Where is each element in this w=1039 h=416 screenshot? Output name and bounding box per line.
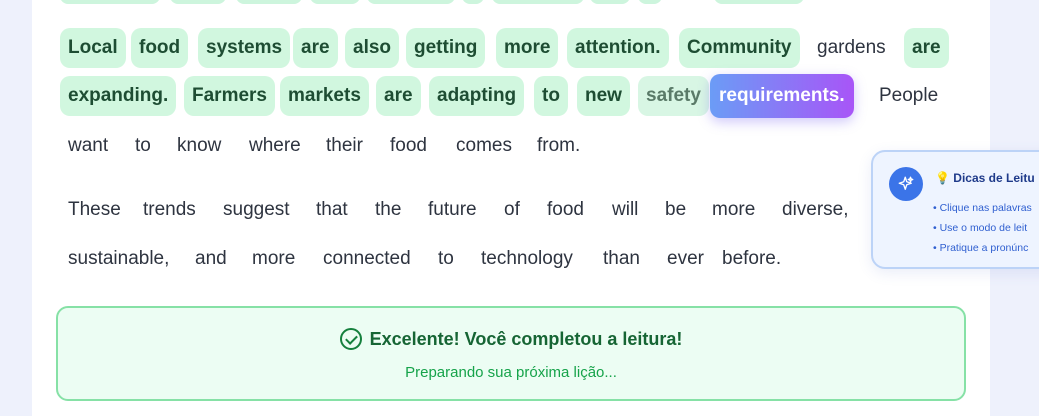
word[interactable]: These (60, 190, 129, 230)
tips-title: 💡 Dicas de Leitu (935, 171, 1035, 185)
word[interactable]: and (187, 239, 235, 279)
word[interactable]: gardens (809, 28, 894, 68)
word[interactable]: will (604, 190, 646, 230)
word[interactable]: comes (448, 126, 520, 166)
word[interactable]: before. (714, 239, 789, 279)
word[interactable]: more (496, 28, 559, 68)
word[interactable]: more (244, 239, 303, 279)
word-chip-cropped (367, 0, 455, 4)
word[interactable]: are (293, 28, 338, 68)
completion-title: Excelente! Você completou a leitura! (369, 328, 683, 349)
completion-header: Excelente! Você completou a leitura! (58, 328, 964, 350)
word[interactable]: food (131, 28, 189, 68)
word[interactable]: the (367, 190, 409, 230)
word[interactable]: to (127, 126, 159, 166)
word[interactable]: trends (135, 190, 204, 230)
word[interactable]: are (376, 76, 421, 116)
tips-list: • Clique nas palavras • Use o modo de le… (933, 198, 1032, 258)
tip-item: • Clique nas palavras (933, 202, 1032, 214)
word[interactable]: are (904, 28, 949, 68)
check-circle-icon (339, 328, 362, 350)
word[interactable]: adapting (429, 76, 525, 116)
completion-subtitle: Preparando sua próxima lição... (405, 364, 617, 381)
word[interactable]: of (496, 190, 528, 230)
word[interactable]: getting (406, 28, 486, 68)
word[interactable]: People (871, 76, 946, 116)
tip-item: • Use o modo de leit (933, 222, 1028, 234)
tips-title-text: Dicas de Leitu (953, 171, 1035, 185)
word[interactable]: safety (638, 76, 709, 116)
previous-line-highlights (60, 0, 820, 4)
word[interactable]: new (577, 76, 630, 116)
word-chip-cropped (236, 0, 302, 4)
word[interactable]: also (345, 28, 400, 68)
word[interactable]: ever (659, 239, 712, 279)
word[interactable]: diverse, (774, 190, 857, 230)
reading-tips-panel[interactable]: 💡 Dicas de Leitu • Clique nas palavras •… (871, 150, 1039, 269)
word[interactable]: Farmers (184, 76, 275, 116)
word[interactable]: be (657, 190, 694, 230)
word[interactable]: from. (529, 126, 588, 166)
current-word[interactable]: requirements. (710, 74, 854, 118)
word-chip-cropped (462, 0, 484, 4)
word[interactable]: food (382, 126, 435, 166)
lightbulb-icon: 💡 (935, 171, 950, 185)
word[interactable]: sustainable, (60, 239, 177, 279)
word[interactable]: connected (315, 239, 419, 279)
completion-banner: Excelente! Você completou a leitura! Pre… (56, 306, 966, 401)
word[interactable]: to (534, 76, 568, 116)
word[interactable]: that (308, 190, 356, 230)
word-chip-cropped (170, 0, 226, 4)
word-chip-cropped (492, 0, 584, 4)
word[interactable]: know (169, 126, 229, 166)
word[interactable]: where (241, 126, 309, 166)
word[interactable]: Community (679, 28, 800, 68)
word[interactable]: want (60, 126, 116, 166)
word[interactable]: Local (60, 28, 126, 68)
word[interactable]: attention. (567, 28, 669, 68)
word[interactable]: more (704, 190, 763, 230)
tip-item: • Pratique a pronúnc (933, 242, 1029, 254)
word-chip-cropped (310, 0, 360, 4)
word-chip-cropped (714, 0, 804, 4)
word[interactable]: to (430, 239, 462, 279)
word-chip-cropped (60, 0, 160, 4)
word[interactable]: food (539, 190, 592, 230)
word[interactable]: systems (198, 28, 291, 68)
word-chip-cropped (590, 0, 630, 4)
word[interactable]: future (420, 190, 485, 230)
word[interactable]: their (318, 126, 371, 166)
word[interactable]: suggest (215, 190, 298, 230)
word-chip-cropped (638, 0, 662, 4)
word[interactable]: markets (280, 76, 369, 116)
word[interactable]: technology (473, 239, 581, 279)
word[interactable]: expanding. (60, 76, 177, 116)
sparkles-icon (889, 167, 923, 201)
word[interactable]: than (595, 239, 648, 279)
